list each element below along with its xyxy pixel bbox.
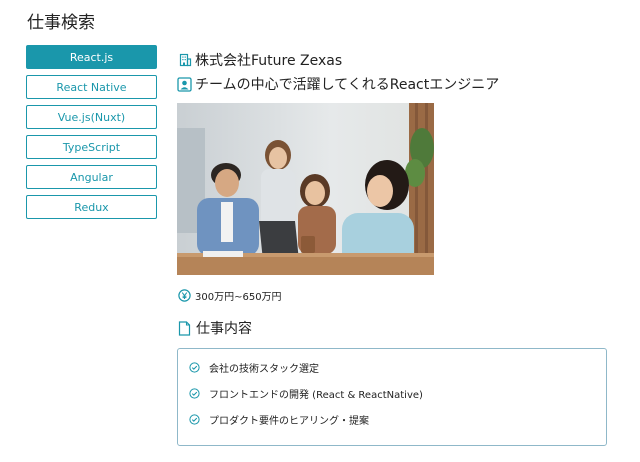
tab-vue-nuxt[interactable]: Vue.js(Nuxt) <box>26 105 157 129</box>
list-item: プロダクト要件のヒアリング・提案 <box>178 410 606 428</box>
task-list: 会社の技術スタック選定 フロントエンドの開発 (React & ReactNat… <box>177 348 607 446</box>
job-title-row: チームの中心で活躍してくれるReactエンジニア <box>177 74 499 94</box>
person-card-icon <box>177 76 192 92</box>
job-description-heading: 仕事内容 <box>177 318 252 338</box>
tab-react-native[interactable]: React Native <box>26 75 157 99</box>
task-text: フロントエンドの開発 (React & ReactNative) <box>209 389 423 401</box>
list-item: 会社の技術スタック選定 <box>178 358 606 376</box>
salary-range: 300万円~650万円 <box>195 292 282 303</box>
page-title: 仕事検索 <box>27 13 95 33</box>
yen-circle-icon <box>177 288 192 303</box>
company-name: 株式会社Future Zexas <box>195 53 343 69</box>
tab-redux[interactable]: Redux <box>26 195 157 219</box>
task-text: プロダクト要件のヒアリング・提案 <box>209 415 369 427</box>
job-title: チームの中心で活躍してくれるReactエンジニア <box>195 77 500 93</box>
salary-row: 300万円~650万円 <box>177 288 282 303</box>
check-circle-icon <box>187 412 202 427</box>
tab-angular[interactable]: Angular <box>26 165 157 189</box>
tab-typescript[interactable]: TypeScript <box>26 135 157 159</box>
building-icon <box>177 53 192 68</box>
check-circle-icon <box>187 360 202 375</box>
tab-react-js[interactable]: React.js <box>26 45 157 69</box>
technology-tab-list: React.js React Native Vue.js(Nuxt) TypeS… <box>26 45 157 225</box>
check-circle-icon <box>187 386 202 401</box>
document-icon <box>177 320 192 336</box>
team-photo <box>177 103 434 275</box>
company-row: 株式会社Future Zexas <box>177 50 342 70</box>
section-title: 仕事内容 <box>196 321 252 337</box>
task-text: 会社の技術スタック選定 <box>209 363 319 375</box>
list-item: フロントエンドの開発 (React & ReactNative) <box>178 384 606 402</box>
